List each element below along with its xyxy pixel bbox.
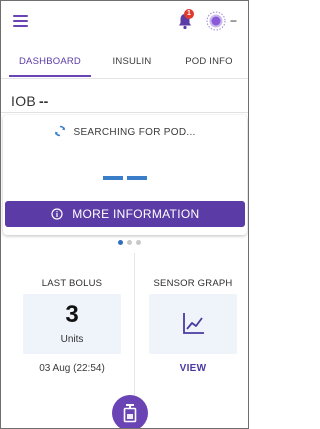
sensor-graph-card[interactable] bbox=[149, 294, 237, 354]
tab-pod-info[interactable]: POD INFO bbox=[173, 51, 245, 79]
page-dot-active bbox=[118, 240, 123, 245]
bolus-icon bbox=[123, 404, 137, 423]
line-chart-icon bbox=[183, 313, 204, 334]
status-indicator: -- bbox=[230, 13, 237, 27]
pod-status-icon[interactable] bbox=[206, 11, 226, 31]
last-bolus-timestamp: 03 Aug (22:54) bbox=[39, 363, 105, 374]
iob-value: -- bbox=[39, 93, 49, 109]
tab-insulin[interactable]: INSULIN bbox=[99, 51, 165, 79]
iob-row: IOB -- bbox=[1, 89, 248, 113]
last-bolus-value: 3 bbox=[65, 301, 79, 328]
last-bolus-card[interactable]: 3 Units bbox=[23, 294, 121, 354]
placeholder-dash bbox=[127, 176, 147, 180]
last-bolus-unit: Units bbox=[60, 334, 84, 345]
active-tab-indicator bbox=[9, 75, 91, 77]
more-information-button[interactable]: MORE INFORMATION bbox=[5, 201, 245, 227]
app-bar: 1 -- bbox=[1, 1, 248, 41]
pod-reservoir-placeholder bbox=[3, 167, 247, 185]
sensor-graph-title: SENSOR GRAPH bbox=[153, 278, 233, 289]
hamburger-menu-icon[interactable] bbox=[13, 15, 28, 27]
page-dot bbox=[127, 240, 132, 245]
tab-bar: DASHBOARD INSULIN POD INFO bbox=[1, 51, 248, 79]
iob-label: IOB bbox=[11, 93, 37, 109]
sync-icon bbox=[55, 125, 66, 137]
view-sensor-graph-link[interactable]: VIEW bbox=[149, 363, 237, 374]
page-indicator bbox=[118, 240, 141, 245]
bolus-fab-button[interactable] bbox=[112, 395, 148, 428]
pod-search-text: SEARCHING FOR POD... bbox=[73, 127, 196, 138]
notification-badge: 1 bbox=[184, 9, 194, 19]
pod-status-card: SEARCHING FOR POD... MORE INFORMATION bbox=[3, 115, 247, 235]
app-screen: 1 -- DASHBOARD INSULIN POD INFO IOB -- S… bbox=[0, 0, 249, 429]
placeholder-dash bbox=[103, 176, 123, 180]
more-information-label: MORE INFORMATION bbox=[72, 207, 200, 221]
page-dot bbox=[136, 240, 141, 245]
pod-search-status: SEARCHING FOR POD... bbox=[3, 125, 247, 138]
info-icon bbox=[50, 208, 63, 220]
last-bolus-title: LAST BOLUS bbox=[41, 278, 103, 289]
